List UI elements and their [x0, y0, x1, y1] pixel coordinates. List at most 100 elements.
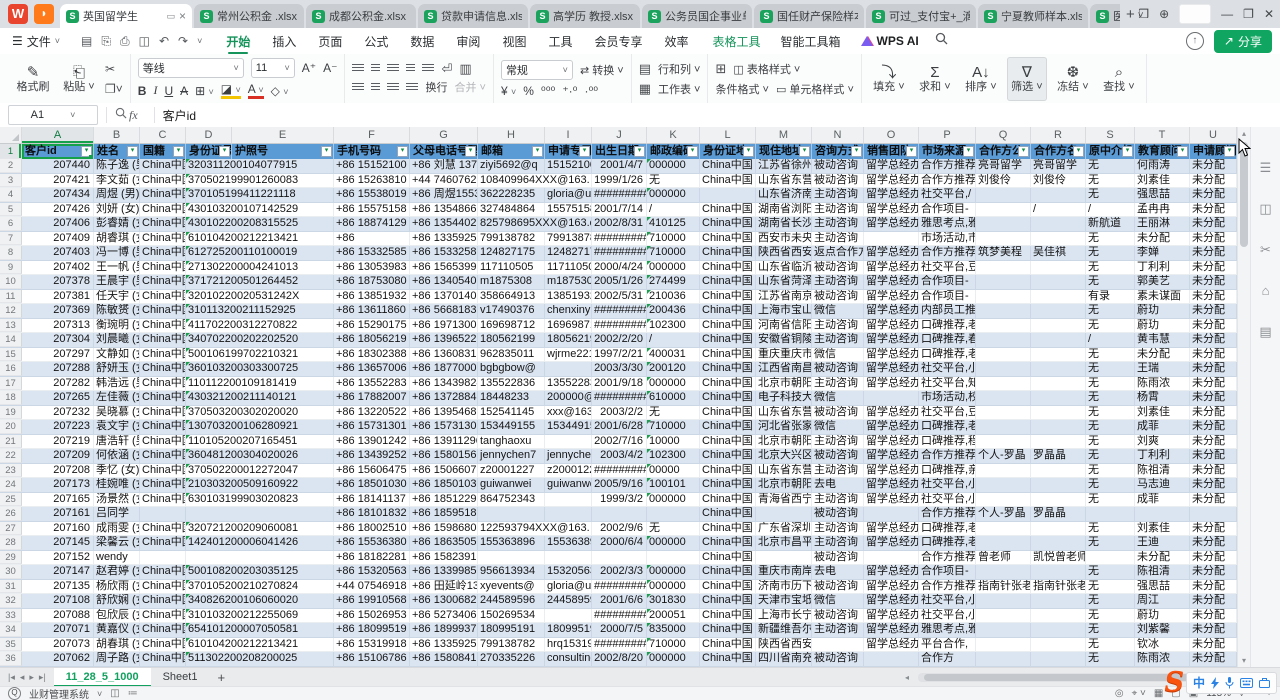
cell-P36[interactable]: 合作方 — [919, 652, 976, 666]
cell-Q29[interactable]: 曾老师 — [976, 551, 1031, 565]
cell-O2[interactable]: 留学总经办 — [864, 159, 919, 173]
cell-S8[interactable]: 无 — [1086, 246, 1135, 260]
sheet-tab-11_28_5_1000[interactable]: 11_28_5_1000 — [54, 668, 151, 687]
cell-T9[interactable]: 丁利利 — [1135, 261, 1190, 275]
cell-T29[interactable]: 未分配 — [1135, 551, 1190, 565]
cell-D24[interactable]: 210303200509160922 — [186, 478, 334, 492]
cell-R4[interactable] — [1031, 188, 1086, 202]
font-size-select[interactable]: 11˅ — [251, 58, 295, 78]
cell-D9[interactable]: 271302200004241013 — [186, 261, 334, 275]
cell-F36[interactable]: +86 15106786 — [334, 652, 410, 666]
horizontal-scroll-thumb[interactable] — [924, 674, 1200, 681]
cell-I33[interactable] — [545, 609, 592, 623]
cell-P30[interactable]: 合作项目- — [919, 565, 976, 579]
cell-U3[interactable]: 未分配 — [1190, 174, 1237, 188]
cell-P31[interactable]: 合作方推荐 — [919, 580, 976, 594]
cell-G4[interactable]: +86 周煜155380 — [410, 188, 478, 202]
cell-S30[interactable]: 无 — [1086, 565, 1135, 579]
file-tab[interactable]: S成都公积金.xlsx — [306, 4, 416, 28]
cell-P22[interactable]: 合作方推荐 — [919, 449, 976, 463]
cell-I23[interactable]: z20001227 — [545, 464, 592, 478]
cell-F7[interactable]: +86 — [334, 232, 410, 246]
cell-B4[interactable]: 周煜 (男) — [94, 188, 140, 202]
cell-Q15[interactable] — [976, 348, 1031, 362]
cell-H7[interactable]: 799138782 — [478, 232, 545, 246]
file-tab[interactable]: S高学历 教授.xlsx — [530, 4, 640, 28]
cell-J6[interactable]: 2002/8/31 — [592, 217, 647, 231]
cell-S2[interactable]: 无 — [1086, 159, 1135, 173]
cell-T27[interactable]: 刘素佳 — [1135, 522, 1190, 536]
font-family-select[interactable]: 等线˅ — [138, 58, 244, 78]
cell-D36[interactable]: 511302200208200025 — [186, 652, 334, 666]
cell-P14[interactable]: 口碑推荐,春 — [919, 333, 976, 347]
cell-J17[interactable]: 2001/9/18 — [592, 377, 647, 391]
cell-M3[interactable]: 山东省东营 — [756, 174, 812, 188]
filter-dropdown-icon[interactable]: ▾ — [1018, 146, 1029, 157]
cell-R33[interactable] — [1031, 609, 1086, 623]
cell-A33[interactable]: 207088 — [22, 609, 94, 623]
menu-item-2[interactable]: 页面 — [318, 28, 342, 55]
row-number-36[interactable]: 36 — [0, 652, 22, 666]
cell-K10[interactable]: 274499 — [647, 275, 700, 289]
align-bottom-icon[interactable] — [387, 64, 399, 73]
cell-C24[interactable]: China中国 — [140, 478, 186, 492]
cell-N26[interactable]: 被动咨询 — [812, 507, 864, 521]
cell-U9[interactable]: 未分配 — [1190, 261, 1237, 275]
cell-Q30[interactable] — [976, 565, 1031, 579]
cell-L34[interactable]: China中国 — [700, 623, 756, 637]
cell-T4[interactable]: 强思喆 — [1135, 188, 1190, 202]
cell-T16[interactable]: 王瑞 — [1135, 362, 1190, 376]
cell-C33[interactable]: China中国 — [140, 609, 186, 623]
cell-L21[interactable]: China中国 — [700, 435, 756, 449]
decrease-font-icon[interactable]: A⁻ — [323, 61, 337, 75]
column-header-R[interactable]: 合作方名▾ — [1031, 144, 1086, 159]
cell-U5[interactable]: 未分配 — [1190, 203, 1237, 217]
cell-Q20[interactable] — [976, 420, 1031, 434]
cell-B5[interactable]: 刘妍 (女) — [94, 203, 140, 217]
zoom-formula-icon[interactable] — [115, 106, 127, 124]
search-icon[interactable] — [935, 32, 948, 50]
cell-L11[interactable]: China中国 — [700, 290, 756, 304]
cell-G15[interactable]: +86 1360831276 — [410, 348, 478, 362]
cell-G22[interactable]: +86 1580156591 — [410, 449, 478, 463]
cell-T26[interactable] — [1135, 507, 1190, 521]
cell-Q6[interactable] — [976, 217, 1031, 231]
cell-I29[interactable] — [545, 551, 592, 565]
cell-K13[interactable]: 102300 — [647, 319, 700, 333]
cell-S31[interactable]: 无 — [1086, 580, 1135, 594]
cell-C23[interactable]: China中国 — [140, 464, 186, 478]
cell-B33[interactable]: 包欣辰 (女 — [94, 609, 140, 623]
cell-P21[interactable]: 口碑推荐,程 — [919, 435, 976, 449]
cell-U8[interactable]: 未分配 — [1190, 246, 1237, 260]
filter-dropdown-icon[interactable]: ▾ — [963, 146, 974, 157]
cell-R12[interactable] — [1031, 304, 1086, 318]
tab-smart-toolbox[interactable]: 智能工具箱 — [781, 33, 841, 50]
cell-K16[interactable]: 200120 — [647, 362, 700, 376]
cell-P26[interactable]: 合作方推荐 — [919, 507, 976, 521]
column-header-C[interactable]: 国籍▾ — [140, 144, 186, 159]
increase-decimal-icon[interactable]: ⁺·⁰ — [562, 84, 577, 98]
column-letter-F[interactable]: F — [334, 127, 410, 144]
scroll-down-icon[interactable]: ▾ — [1238, 656, 1250, 665]
cell-C31[interactable]: China中国 — [140, 580, 186, 594]
row-number-28[interactable]: 28 — [0, 536, 22, 550]
align-middle-icon[interactable] — [371, 64, 380, 73]
cell-S7[interactable]: 无 — [1086, 232, 1135, 246]
cell-U35[interactable]: 未分配 — [1190, 638, 1237, 652]
file-tab[interactable]: S公务员国企事业单 — [642, 4, 752, 28]
cell-F3[interactable]: +86 15263810 — [334, 174, 410, 188]
copy-icon[interactable]: ❐˅ — [105, 82, 123, 96]
cell-H29[interactable] — [478, 551, 545, 565]
cell-F29[interactable]: +86 18182281 — [334, 551, 410, 565]
normal-view-icon[interactable]: ▦ — [1154, 688, 1163, 699]
cell-G16[interactable]: +86 1877000215 — [410, 362, 478, 376]
bold-button[interactable]: B — [138, 84, 147, 98]
cell-T11[interactable]: 素未谋面 — [1135, 290, 1190, 304]
cell-K25[interactable]: 000000 — [647, 493, 700, 507]
cell-K3[interactable]: 无 — [647, 174, 700, 188]
cell-I10[interactable]: m1875308 — [545, 275, 592, 289]
filter-dropdown-icon[interactable]: ▾ — [687, 146, 698, 157]
last-sheet-icon[interactable]: ▸| — [39, 672, 46, 683]
column-header-G[interactable]: 父母电话号码▾ — [410, 144, 478, 159]
cell-K4[interactable]: 000000 — [647, 188, 700, 202]
